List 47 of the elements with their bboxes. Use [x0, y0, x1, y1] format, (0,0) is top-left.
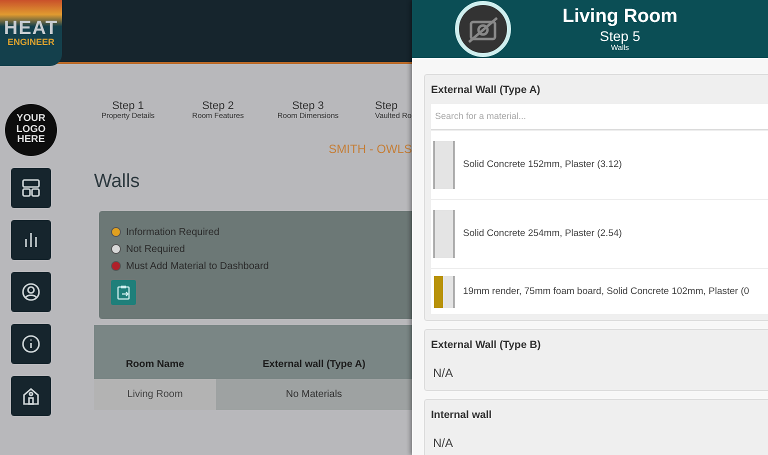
no-photo-icon: [454, 0, 512, 58]
material-label: Solid Concrete 152mm, Plaster (3.12): [463, 158, 622, 172]
material-option[interactable]: Solid Concrete 254mm, Plaster (2.54): [431, 199, 768, 268]
table-cell: No Materials: [216, 378, 412, 410]
clipboard-icon: [117, 284, 130, 300]
layout-icon: [21, 178, 41, 198]
wall-layer-drawing: [433, 274, 455, 309]
sidebar-button[interactable]: [11, 376, 51, 416]
search-field[interactable]: Search for a material...: [431, 104, 768, 130]
material-option[interactable]: Solid Concrete 152mm, Plaster (3.12): [431, 130, 768, 200]
legend-label: Not Required: [126, 242, 185, 257]
step-title: Step 2: [201, 100, 235, 112]
material-label: 19mm render, 75mm foam board, Solid Concrete 102mm, Plaster (0: [463, 284, 750, 299]
sidebar-button[interactable]: [11, 272, 51, 312]
user-icon: [21, 282, 41, 302]
section-title: Internal wall: [431, 408, 493, 423]
property-name: SMITH - OWLS: [328, 142, 412, 156]
legend-label: Must Add Material to Dashboard: [126, 260, 269, 274]
logo-text: ENGINEER: [7, 38, 54, 47]
material-option[interactable]: 19mm render, 75mm foam board, Solid Concrete 102mm, Plaster (0: [431, 268, 768, 314]
material-label: Solid Concrete 254mm, Plaster (2.54): [463, 227, 622, 242]
column-header: External wall (Type A): [216, 324, 412, 379]
sidebar-button[interactable]: [11, 220, 51, 260]
logo-text: HERE: [17, 135, 45, 146]
logo-text: HEAT: [4, 19, 58, 38]
section-title: External Wall (Type B): [431, 338, 542, 354]
section-value: N/A: [432, 434, 454, 452]
section-title: External Wall (Type A): [431, 83, 542, 98]
column-header: Room Name: [94, 324, 216, 379]
table-cell: Living Room: [94, 378, 216, 410]
logo-text: LOGO: [16, 124, 46, 135]
page-title: Walls: [94, 170, 141, 194]
sidebar-button[interactable]: [11, 324, 51, 364]
sidebar-button[interactable]: [11, 168, 51, 208]
room-title: Living Room: [561, 6, 679, 28]
wall-layer-drawing: [433, 209, 455, 260]
logo-text: YOUR: [16, 114, 46, 125]
step-title: Step: [375, 100, 399, 112]
section-value: N/A: [432, 365, 454, 382]
step-title: Step 1: [111, 100, 145, 112]
building-icon: [21, 386, 41, 406]
step-title: Step 5: [598, 28, 642, 44]
wall-layer-drawing: [433, 140, 455, 190]
export-button[interactable]: [111, 280, 136, 305]
step-title: Step 3: [291, 100, 325, 112]
info-icon: [21, 334, 41, 354]
legend-label: Information Required: [126, 226, 220, 240]
